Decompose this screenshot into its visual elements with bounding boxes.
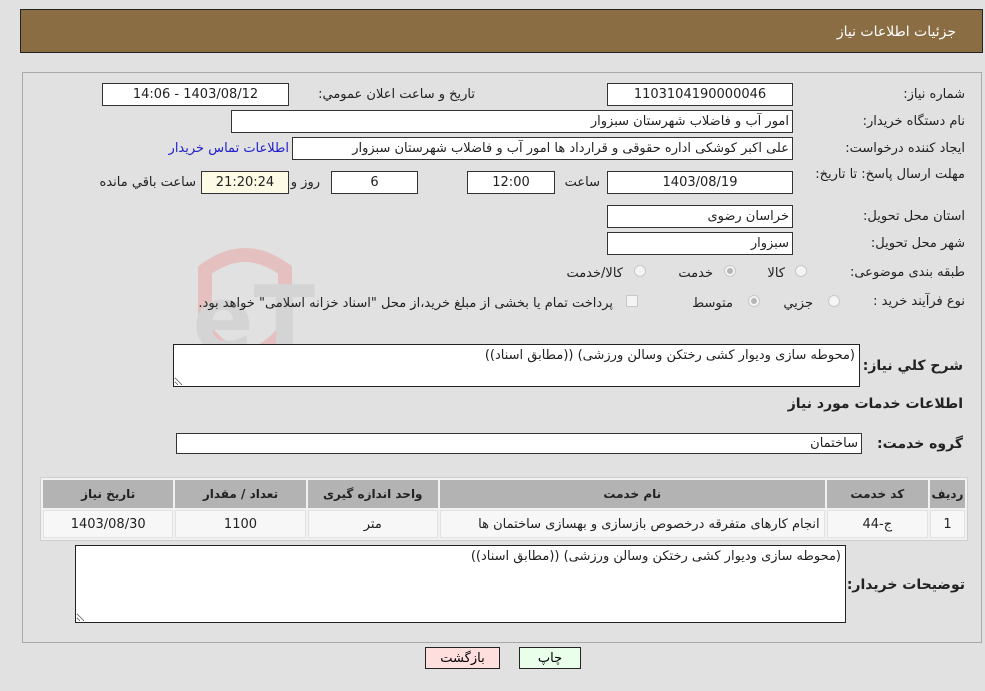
category-option-goods-service: کالا/خدمت: [566, 266, 623, 281]
announce-field[interactable]: 1403/08/12 - 14:06: [102, 83, 289, 106]
deadline-label: مهلت ارسال پاسخ: تا تاریخ:: [815, 167, 965, 182]
description-textarea[interactable]: (محوطه سازی ودیوار کشی رختکن وسالن ورزشی…: [173, 344, 860, 387]
category-radio-goods-service[interactable]: [634, 265, 646, 277]
creator-field[interactable]: علی اکبر کوشکی اداره حقوقی و قرارداد ها …: [292, 137, 793, 160]
cell-service-name: انجام کارهای متفرقه درخصوص بازسازی و بهس…: [439, 510, 825, 538]
buyer-org-label: نام دستگاه خریدار:: [862, 114, 965, 129]
services-section-title: اطلاعات خدمات مورد نیاز: [787, 396, 963, 412]
remaining-label: ساعت باقي مانده: [99, 175, 196, 190]
services-table: ردیف کد خدمت نام خدمت واحد اندازه گیری ت…: [40, 477, 968, 541]
buyer-contact-link[interactable]: اطلاعات تماس خریدار: [169, 141, 289, 156]
category-option-goods: کالا: [767, 266, 785, 281]
deadline-time-label: ساعت: [564, 175, 600, 190]
days-field[interactable]: 6: [331, 171, 418, 194]
col-header-service-name: نام خدمت: [439, 480, 825, 508]
buyer-org-field[interactable]: امور آب و فاضلاب شهرستان سبزوار: [231, 110, 793, 133]
purchase-radio-minor[interactable]: [828, 295, 840, 307]
purchase-option-minor: جزيي: [783, 296, 813, 311]
col-header-need-date: تاریخ نیاز: [43, 480, 174, 508]
announce-label: تاریخ و ساعت اعلان عمومي:: [318, 87, 475, 102]
table-header-row: ردیف کد خدمت نام خدمت واحد اندازه گیری ت…: [43, 480, 965, 508]
buyer-notes-textarea[interactable]: (محوطه سازی ودیوار کشی رختکن وسالن ورزشی…: [75, 545, 846, 623]
cell-row-number: 1: [929, 510, 965, 538]
deadline-time-field[interactable]: 12:00: [467, 171, 555, 194]
col-header-quantity: تعداد / مقدار: [175, 480, 306, 508]
col-header-row-number: ردیف: [929, 480, 965, 508]
city-field[interactable]: سبزوار: [607, 232, 793, 255]
category-option-service: خدمت: [678, 266, 713, 281]
need-number-label: شماره نیاز:: [903, 87, 965, 102]
days-label: روز و: [290, 175, 320, 190]
cell-service-code: ج-44: [826, 510, 928, 538]
category-radio-service[interactable]: [724, 265, 736, 277]
purchase-option-medium: متوسط: [692, 296, 733, 311]
deadline-date-field[interactable]: 1403/08/19: [607, 171, 793, 194]
buyer-notes-label: توضیحات خریدار:: [846, 577, 965, 593]
category-radio-goods[interactable]: [795, 265, 807, 277]
category-label: طبقه بندی موضوعی:: [849, 265, 965, 280]
cell-unit: متر: [307, 510, 438, 538]
city-label: شهر محل تحویل:: [870, 236, 965, 251]
page-header: جزئیات اطلاعات نیاز: [20, 9, 983, 53]
treasury-note: پرداخت تمام یا بخشی از مبلغ خرید،از محل …: [198, 296, 613, 311]
cell-need-date: 1403/08/30: [43, 510, 174, 538]
purchase-type-label: نوع فرآیند خرید :: [873, 294, 965, 309]
back-button[interactable]: بازگشت: [425, 647, 500, 669]
purchase-radio-medium[interactable]: [748, 295, 760, 307]
service-group-field[interactable]: ساختمان: [176, 433, 862, 454]
remaining-time-field: 21:20:24: [201, 171, 289, 194]
treasury-checkbox[interactable]: [626, 295, 638, 307]
cell-quantity: 1100: [175, 510, 306, 538]
table-row: 1 ج-44 انجام کارهای متفرقه درخصوص بازساز…: [43, 510, 965, 538]
col-header-service-code: کد خدمت: [826, 480, 928, 508]
page-title: جزئیات اطلاعات نیاز: [836, 24, 956, 40]
col-header-unit: واحد اندازه گیری: [307, 480, 438, 508]
description-label: شرح کلي نياز:: [862, 358, 963, 374]
province-field[interactable]: خراسان رضوی: [607, 205, 793, 228]
province-label: استان محل تحویل:: [863, 209, 965, 224]
service-group-label: گروه خدمت:: [877, 436, 963, 452]
print-button[interactable]: چاپ: [519, 647, 581, 669]
need-number-field[interactable]: 1103104190000046: [607, 83, 793, 106]
creator-label: ایجاد کننده درخواست:: [845, 141, 965, 156]
